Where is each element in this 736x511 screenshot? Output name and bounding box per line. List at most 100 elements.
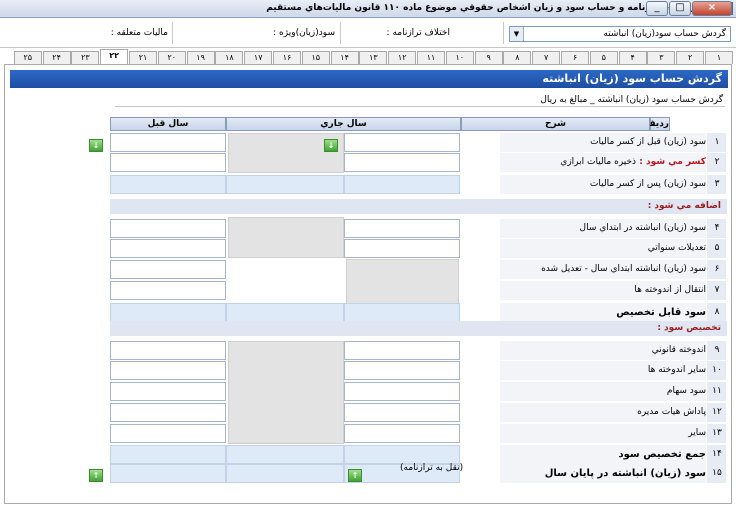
tab-3[interactable]: ۳ [647,51,676,64]
current-year-input[interactable] [344,175,460,194]
tab-9[interactable]: ۹ [474,51,503,64]
tab-18[interactable]: ۱۸ [215,51,244,64]
previous-year-input[interactable] [110,341,226,360]
form-select-value: گردش حساب سود(زيان) انباشته [603,29,726,39]
tab-8[interactable]: ۸ [503,51,532,64]
row-label: سود (زيان) انباشته در پايان سال [545,468,706,479]
minimize-button[interactable]: _ [646,1,668,16]
row-label: انتقال از اندوخته ها [634,285,706,295]
row-label-text: تعديلات سنواتي [647,243,706,253]
current-year-input-left[interactable] [226,464,344,483]
col-row-header: رديف [645,117,670,131]
row-label-text: سود (زيان) پس از كسر ماليات [589,179,706,189]
form-subtitle: گردش حساب سود (زيان) انباشته _ مبالغ به … [540,95,723,105]
col-previous-header: سال قبل [110,117,226,131]
row-label-bg [500,424,706,443]
arrow-up-button-prev[interactable]: ↑ [89,469,103,482]
row-label-text: ذخيره ماليات ابرازي [560,157,637,167]
row-label: سود سهام [667,386,706,396]
previous-year-input[interactable] [110,175,226,194]
current-year-input[interactable] [344,382,460,401]
previous-year-input[interactable] [110,153,226,172]
section-add: اضافه مي شود : [110,199,727,214]
current-year-input[interactable] [344,341,460,360]
tab-12[interactable]: ۱۲ [388,51,417,64]
tab-14[interactable]: ۱۴ [330,51,359,64]
row-number: ۷ [714,285,720,295]
previous-year-input[interactable] [110,260,226,279]
tab-20[interactable]: ۲۰ [157,51,186,64]
tab-24[interactable]: ۲۴ [42,51,71,64]
form-select[interactable]: گردش حساب سود(زيان) انباشته ▼ [509,26,731,42]
row-label: سود (زيان) پس از كسر ماليات [590,179,706,189]
current-year-input[interactable] [344,403,460,422]
tab-13[interactable]: ۱۳ [359,51,388,64]
tab-6[interactable]: ۶ [561,51,589,64]
previous-year-input[interactable] [110,303,226,322]
row-number: ۱۳ [712,428,722,438]
current-gray-block-2 [228,217,344,258]
chevron-down-icon[interactable]: ▼ [510,27,524,41]
row-label-text: سود (زيان) انباشته در ابتداي سال [579,223,706,233]
previous-year-input[interactable] [110,382,226,401]
row-label: ساير اندوخته ها [648,365,706,375]
tab-4[interactable]: ۴ [618,51,647,64]
previous-year-input[interactable] [110,133,226,152]
current-year-input[interactable] [344,239,460,258]
current-year-input-left[interactable] [226,445,344,464]
current-year-input[interactable] [344,424,460,443]
section-alloc: تخصيص سود : [110,321,727,336]
close-button[interactable]: × [692,1,732,16]
row-label-text: جمع تخصيص سود [618,449,706,460]
row-label-text: سود (زيان) انباشته ابتداي سال - تعديل شد… [541,264,706,274]
row-number: ۱۰ [712,365,722,375]
previous-year-input[interactable] [110,403,226,422]
row-label-text: ساير اندوخته ها [647,365,706,375]
special-profit-label: سود(زيان)ويژه : [273,28,335,38]
tab-25[interactable]: ۲۵ [13,51,42,64]
row-number: ۵ [714,243,720,253]
tab-5[interactable]: ۵ [589,51,618,64]
current-year-input[interactable] [344,153,460,172]
tab-17[interactable]: ۱۷ [244,51,273,64]
row-label-text: سود سهام [666,386,706,396]
tab-21[interactable]: ۲۱ [129,51,157,64]
tab-16[interactable]: ۱۶ [273,51,301,64]
row-number: ۶ [714,264,720,274]
current-year-input[interactable] [344,219,460,238]
current-year-input[interactable] [344,361,460,380]
current-year-input[interactable] [344,445,460,464]
previous-year-input[interactable] [110,219,226,238]
previous-year-input[interactable] [110,424,226,443]
row-number: ۱۲ [712,407,722,417]
arrow-up-button-current[interactable]: ↑ [348,469,362,482]
current-year-input[interactable] [344,133,460,152]
row-number: ۱۴ [712,449,722,459]
row-label: سود قابل تخصيص [616,307,706,318]
current-year-input-left[interactable] [226,303,344,322]
tab-2[interactable]: ۲ [676,51,705,64]
tab-1[interactable]: ۱ [705,51,733,64]
tab-10[interactable]: ۱۰ [445,51,474,64]
current-year-input[interactable] [344,303,460,322]
tab-15[interactable]: ۱۵ [301,51,330,64]
row-label: سود (زيان) انباشته در ابتداي سال [580,223,706,233]
row-number: ۳ [714,179,720,189]
previous-year-input[interactable] [110,281,226,300]
arrow-down-button-current[interactable]: ↓ [324,139,338,152]
arrow-down-button-prev[interactable]: ↓ [89,139,103,152]
row-label: سود (زيان) قبل از كسر ماليات [590,137,706,147]
tab-22[interactable]: ۲۲ [100,49,129,64]
previous-year-input[interactable] [110,464,226,483]
previous-year-input[interactable] [110,445,226,464]
tab-23[interactable]: ۲۳ [71,51,100,64]
current-year-input-left[interactable] [226,175,344,194]
tab-11[interactable]: ۱۱ [417,51,445,64]
previous-year-input[interactable] [110,239,226,258]
maximize-button[interactable]: □ [669,1,691,16]
previous-year-input[interactable] [110,361,226,380]
row-number: ۹ [714,345,720,355]
tab-19[interactable]: ۱۹ [186,51,215,64]
row-number: ۱ [714,137,720,147]
tab-7[interactable]: ۷ [532,51,561,64]
